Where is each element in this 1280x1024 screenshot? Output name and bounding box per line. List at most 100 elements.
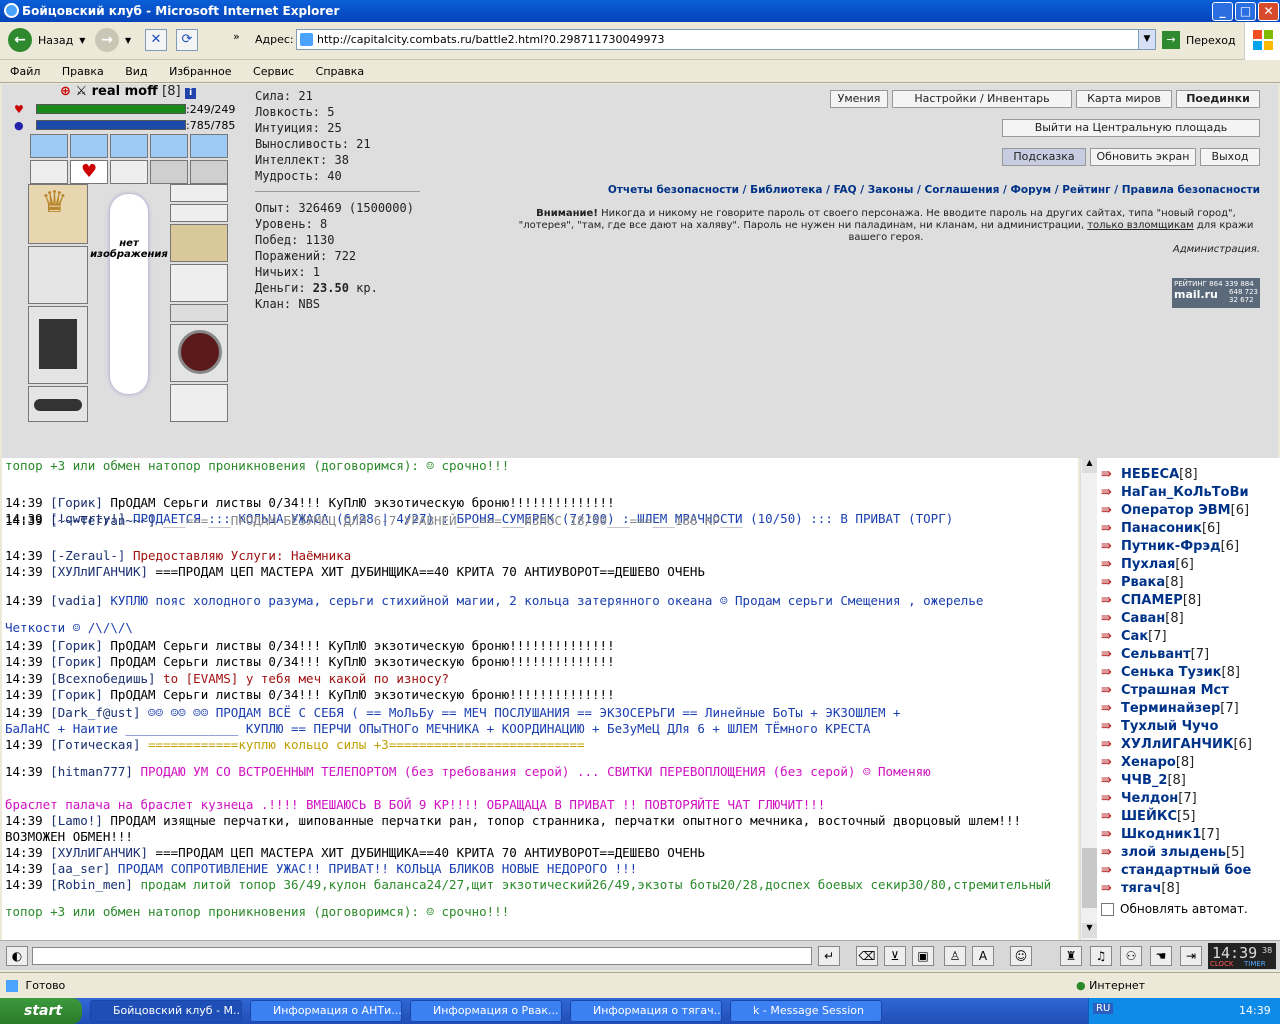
online-user[interactable]: ⇛ ЧЧВ_2[8] [1101,772,1186,790]
skills-button[interactable]: Умения [830,90,888,108]
online-user-name[interactable]: Хенаро [1121,755,1176,770]
heart-scroll-slot[interactable]: ♥ [70,160,108,184]
online-user-name[interactable]: Саван [1121,611,1165,626]
private-arrow-icon[interactable]: ⇛ [1101,502,1121,520]
online-user[interactable]: ⇛ Шкодник1[7] [1101,826,1220,844]
chat-nick[interactable]: [Горик] [50,638,103,653]
online-user[interactable]: ⇛ Рвака[8] [1101,574,1184,592]
weapon-slot[interactable] [28,246,88,304]
boots-slot[interactable] [170,224,228,262]
chat-nick[interactable]: [ХУЛлИГАНЧИК] [50,564,148,579]
online-user[interactable]: ⇛ Пухлая[6] [1101,556,1194,574]
online-user[interactable]: ⇛ Страшная Мст [1101,682,1229,700]
online-user-name[interactable]: Сак [1121,629,1148,644]
chat-nick[interactable]: [Горик] [50,687,103,702]
exit-central-square-button[interactable]: Выйти на Центральную площадь [1002,119,1260,137]
private-arrow-icon[interactable]: ⇛ [1101,484,1121,502]
chat-nick[interactable]: [Dark_f@ust] [50,705,140,720]
hint-button[interactable]: Подсказка [1002,148,1086,166]
shield-slot[interactable] [170,324,228,382]
private-arrow-icon[interactable]: ⇛ [1101,466,1121,484]
online-user-name[interactable]: Сельвант [1121,647,1191,662]
scroll-slot-8[interactable] [110,160,148,184]
chat-nick[interactable]: [Готическая] [50,737,140,752]
belt-slot[interactable] [28,386,88,422]
online-user-name[interactable]: Страшная Мст [1121,683,1229,698]
online-user-name[interactable]: Пухлая [1121,557,1175,572]
scroll-slot-10[interactable] [190,160,228,184]
private-arrow-icon[interactable]: ⇛ [1101,700,1121,718]
online-user-name[interactable]: тягач [1121,881,1161,896]
private-arrow-icon[interactable]: ⇛ [1101,808,1121,826]
chat-nick[interactable]: [Горик] [50,654,103,669]
private-arrow-icon[interactable]: ⇛ [1101,556,1121,574]
private-arrow-icon[interactable]: ⇛ [1101,772,1121,790]
scroll-slot-5[interactable] [190,134,228,158]
online-user[interactable]: ⇛ Оператор ЭВМ[6] [1101,502,1249,520]
rings-slot[interactable] [170,304,228,322]
save-log-icon[interactable]: ▣ [912,946,934,966]
online-user-name[interactable]: СПАМЕР [1121,593,1183,608]
private-arrow-icon[interactable]: ⇛ [1101,628,1121,646]
scroll-slot-3[interactable] [110,134,148,158]
menu-favorites[interactable]: Избранное [169,65,231,78]
chat-input[interactable] [32,947,812,965]
online-user[interactable]: ⇛ Сак[7] [1101,628,1167,646]
language-indicator[interactable]: RU [1093,1003,1114,1014]
exit-button[interactable]: Выход [1200,148,1260,166]
task-combats[interactable]: Бойцовский клуб - М... [90,1000,242,1022]
auto-refresh-checkbox[interactable]: Обновлять автомат. [1101,902,1248,916]
online-user-name[interactable]: ШЕЙКС [1121,809,1177,824]
task-message-session[interactable]: k - Message Session [730,1000,882,1022]
online-user[interactable]: ⇛ Терминайзер[7] [1101,700,1239,718]
private-arrow-icon[interactable]: ⇛ [1101,754,1121,772]
online-user[interactable]: ⇛ НЕБЕСА[8] [1101,466,1198,484]
exit-door-icon[interactable]: ⇥ [1180,946,1202,966]
private-arrow-icon[interactable]: ⇛ [1101,538,1121,556]
chat-nick[interactable]: [Всехпобедишь] [50,671,155,686]
online-user-name[interactable]: Сенька Тузик [1121,665,1222,680]
character-name[interactable]: real moff [92,84,158,99]
online-user[interactable]: ⇛ ХУЛлИГАНЧИК[6] [1101,736,1252,754]
online-user-name[interactable]: ЧЧВ_2 [1121,773,1167,788]
group-icon[interactable]: ⚇ [1120,946,1142,966]
private-arrow-icon[interactable]: ⇛ [1101,682,1121,700]
menu-file[interactable]: Файл [10,65,40,78]
menu-edit[interactable]: Правка [62,65,104,78]
chat-nick[interactable]: [~~~Terran~~~] [50,513,155,528]
online-user-name[interactable]: злой злыдень [1121,845,1226,860]
necklace-slot[interactable] [170,204,228,222]
menu-help[interactable]: Справка [316,65,364,78]
translit-icon[interactable]: A [972,946,994,966]
online-user-name[interactable]: Терминайзер [1121,701,1220,716]
private-arrow-icon[interactable]: ⇛ [1101,574,1121,592]
online-user[interactable]: ⇛ Путник-Фрэд[6] [1101,538,1239,556]
private-arrow-icon[interactable]: ⇛ [1101,520,1121,538]
chat-scrollbar[interactable]: ▲ ▼ [1080,458,1097,940]
smiley-icon[interactable]: ☺ [1010,946,1032,966]
online-user[interactable]: ⇛ Тухлый Чучо [1101,718,1218,736]
private-arrow-icon[interactable]: ⇛ [1101,592,1121,610]
inventory-icon[interactable]: ♜ [1060,946,1082,966]
music-icon[interactable]: ♫ [1090,946,1112,966]
info-links[interactable]: Отчеты безопасности / Библиотека / FAQ /… [502,184,1260,196]
scroll-slot-9[interactable] [150,160,188,184]
online-user[interactable]: ⇛ Панасоник[6] [1101,520,1220,538]
private-arrow-icon[interactable]: ⇛ [1101,790,1121,808]
feet-slot[interactable] [170,384,228,422]
private-arrow-icon[interactable]: ⇛ [1101,844,1121,862]
menu-view[interactable]: Вид [125,65,147,78]
online-user[interactable]: ⇛ Сенька Тузик[8] [1101,664,1240,682]
address-field[interactable]: http://capitalcity.combats.ru/battle2.ht… [296,29,1156,50]
chat-nick[interactable]: [hitman777] [50,764,133,779]
scroll-slot-4[interactable] [150,134,188,158]
info-icon[interactable]: i [185,88,197,99]
private-arrow-icon[interactable]: ⇛ [1101,862,1121,880]
online-user[interactable]: ⇛ Сельвант[7] [1101,646,1209,664]
toolbar-chevron[interactable]: » [233,22,240,50]
private-arrow-icon[interactable]: ⇛ [1101,646,1121,664]
online-user[interactable]: ⇛ Челдон[7] [1101,790,1197,808]
private-arrow-icon[interactable]: ⇛ [1101,610,1121,628]
send-icon[interactable]: ↵ [818,946,840,966]
online-user-name[interactable]: Челдон [1121,791,1178,806]
